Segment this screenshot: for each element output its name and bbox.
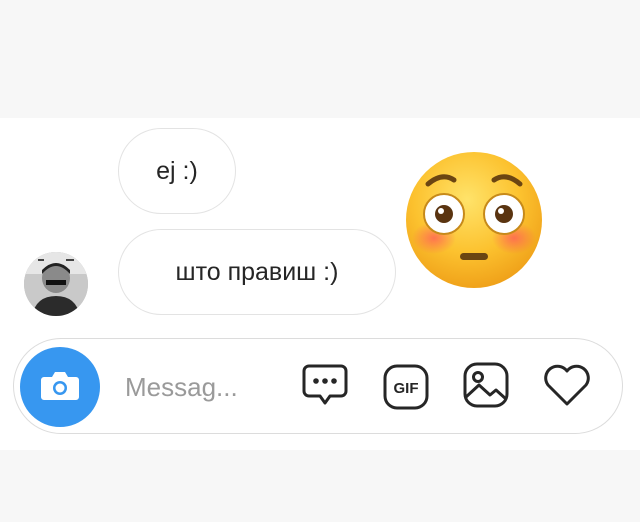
gif-label: GIF xyxy=(394,380,419,397)
message-text: што правиш :) xyxy=(175,257,339,286)
message-text: ej :) xyxy=(156,156,198,185)
message-bubble[interactable]: што правиш :) xyxy=(118,229,396,315)
gif-icon: GIF xyxy=(383,364,429,410)
header-area xyxy=(0,0,640,118)
like-button[interactable] xyxy=(542,362,592,412)
camera-icon xyxy=(40,369,80,406)
avatar[interactable] xyxy=(24,252,88,316)
chat-bubble-icon xyxy=(301,363,349,412)
image-icon xyxy=(462,361,510,414)
message-bubble[interactable]: ej :) xyxy=(118,128,236,214)
gallery-button[interactable] xyxy=(461,362,511,412)
footer-area xyxy=(0,450,640,522)
camera-button[interactable] xyxy=(20,347,100,427)
heart-icon xyxy=(542,363,592,412)
chat-bubble-button[interactable] xyxy=(300,362,350,412)
gif-button[interactable]: GIF xyxy=(381,362,431,412)
message-input[interactable]: Messag... xyxy=(125,370,275,404)
flushed-face-emoji xyxy=(404,150,544,290)
